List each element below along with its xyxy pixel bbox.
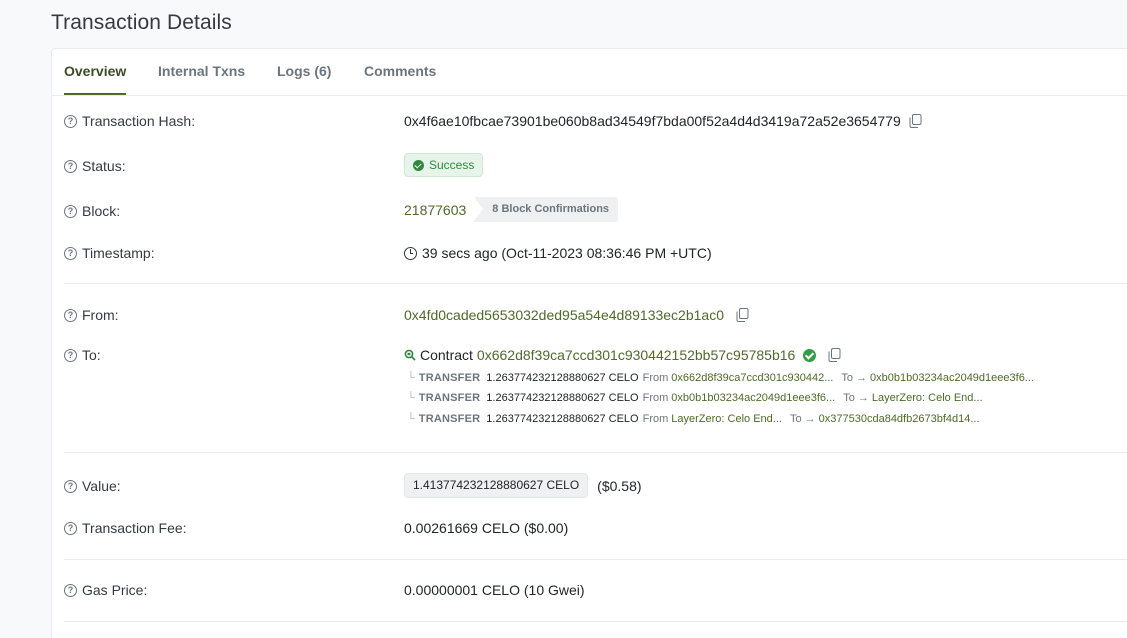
row-value: ? Value: 1.413774232128880627 CELO ($0.5… — [64, 473, 1127, 499]
transfer-from-label: From — [642, 413, 669, 425]
tree-branch-icon: └ — [407, 413, 415, 425]
label-gas-price: ? Gas Price: — [64, 582, 147, 598]
label-from: ? From: — [64, 307, 119, 323]
transfer-row: └ TRANSFER 1.263774232128880627 CELO Fro… — [407, 372, 1042, 384]
tree-branch-icon: └ — [407, 392, 415, 404]
value-from: 0x4fd0caded5653032ded95a54e4d89133ec2b1a… — [404, 307, 749, 323]
tab-bar: Overview Internal Txns Logs (6) Comments — [52, 49, 1127, 96]
label-status: ? Status: — [64, 158, 126, 174]
transfer-to-label: To → — [843, 392, 869, 404]
label-text: Status: — [82, 158, 126, 174]
help-icon[interactable]: ? — [64, 159, 77, 173]
copy-icon[interactable] — [736, 308, 749, 322]
label-block: ? Block: — [64, 203, 120, 219]
row-transaction-hash: ? Transaction Hash: 0x4f6ae10fbcae73901b… — [64, 111, 1127, 133]
tab-overview[interactable]: Overview — [64, 49, 127, 95]
divider — [64, 452, 1127, 453]
row-timestamp: ? Timestamp: 39 secs ago (Oct-11-2023 08… — [64, 243, 1127, 265]
label-text: Block: — [82, 203, 121, 219]
label-text: Transaction Hash: — [82, 113, 196, 129]
to-address-link[interactable]: 0x662d8f39ca7ccd301c930442152bb57c95785b… — [477, 347, 795, 363]
value-usd: ($0.58) — [597, 477, 642, 494]
transfer-amount: 1.263774232128880627 CELO — [486, 372, 639, 384]
copy-icon[interactable] — [828, 348, 841, 362]
transfer-row: └ TRANSFER 1.263774232128880627 CELO Fro… — [407, 392, 991, 404]
value-transaction-fee: 0.00261669 CELO ($0.00) — [404, 520, 569, 536]
row-gas-price: ? Gas Price: 0.00000001 CELO (10 Gwei) — [64, 580, 1127, 602]
row-status: ? Status: Success — [64, 153, 1127, 179]
label-transaction-fee: ? Transaction Fee: — [64, 520, 187, 536]
tab-comments[interactable]: Comments — [364, 49, 436, 95]
copy-icon[interactable] — [909, 114, 922, 128]
value-transaction-hash: 0x4f6ae10fbcae73901be060b8ad34549f7bda00… — [404, 113, 922, 129]
transfer-amount: 1.263774232128880627 CELO — [486, 392, 639, 404]
contract-label: Contract — [420, 347, 473, 363]
help-icon[interactable]: ? — [64, 114, 77, 128]
transfer-from-link[interactable]: 0xb0b1b03234ac2049d1eee3f6... — [671, 392, 835, 404]
transfer-to-label: To → — [841, 372, 868, 384]
transaction-card: Overview Internal Txns Logs (6) Comments… — [51, 48, 1127, 638]
row-to: ? To: Contract 0x662d8f39ca7ccd301c93044… — [64, 346, 1127, 368]
from-address-link[interactable]: 0x4fd0caded5653032ded95a54e4d89133ec2b1a… — [404, 307, 724, 323]
row-transaction-fee: ? Transaction Fee: 0.00261669 CELO ($0.0… — [64, 518, 1127, 540]
help-icon[interactable]: ? — [64, 308, 77, 322]
transfer-from-label: From — [642, 392, 669, 404]
transfer-to-link[interactable]: 0xb0b1b03234ac2049d1eee3f6... — [870, 372, 1034, 384]
block-number-link[interactable]: 21877603 — [404, 202, 466, 218]
confirmations-badge: 8 Block Confirmations — [474, 197, 619, 222]
help-icon[interactable]: ? — [64, 246, 77, 260]
verified-check-icon — [803, 348, 817, 362]
tree-branch-icon: └ — [407, 372, 415, 384]
label-value: ? Value: — [64, 478, 121, 494]
status-text: Success — [429, 158, 475, 172]
transaction-hash: 0x4f6ae10fbcae73901be060b8ad34549f7bda00… — [404, 113, 901, 129]
help-icon[interactable]: ? — [64, 348, 77, 362]
clock-icon — [404, 246, 417, 260]
value-block: 21877603 8 Block Confirmations — [404, 197, 619, 222]
value-badge: 1.413774232128880627 CELO — [404, 473, 589, 498]
tab-logs[interactable]: Logs (6) — [277, 49, 331, 95]
value-amount: 1.413774232128880627 CELO ($0.58) — [404, 473, 642, 498]
contract-search-icon — [404, 349, 416, 361]
status-badge: Success — [404, 153, 484, 177]
help-icon[interactable]: ? — [64, 204, 77, 218]
transfer-from-link[interactable]: LayerZero: Celo End... — [671, 413, 782, 425]
transfer-type: TRANSFER — [418, 392, 481, 404]
transfer-from-label: From — [642, 372, 669, 384]
label-text: Gas Price: — [82, 582, 148, 598]
transfer-row: └ TRANSFER 1.263774232128880627 CELO Fro… — [407, 413, 988, 425]
label-text: Value: — [82, 478, 121, 494]
transfer-type: TRANSFER — [418, 413, 481, 425]
row-block: ? Block: 21877603 8 Block Confirmations — [64, 197, 1127, 223]
label-text: From: — [82, 307, 119, 323]
value-timestamp: 39 secs ago (Oct-11-2023 08:36:46 PM +UT… — [404, 245, 712, 261]
divider — [64, 621, 1127, 622]
value-status: Success — [404, 153, 484, 177]
transfer-to-label: To → — [789, 413, 816, 425]
divider — [64, 559, 1127, 560]
transfer-from-link[interactable]: 0x662d8f39ca7ccd301c930442... — [671, 372, 833, 384]
label-text: To: — [82, 347, 101, 363]
value-gas-price: 0.00000001 CELO (10 Gwei) — [404, 582, 585, 598]
value-to: Contract 0x662d8f39ca7ccd301c930442152bb… — [404, 347, 841, 363]
timestamp-text: 39 secs ago (Oct-11-2023 08:36:46 PM +UT… — [422, 245, 712, 261]
tab-internal-txns[interactable]: Internal Txns — [158, 49, 245, 95]
row-from: ? From: 0x4fd0caded5653032ded95a54e4d891… — [64, 305, 1127, 327]
label-to: ? To: — [64, 347, 101, 363]
page-title: Transaction Details — [51, 11, 232, 34]
help-icon[interactable]: ? — [64, 479, 77, 493]
label-timestamp: ? Timestamp: — [64, 245, 155, 261]
transfer-to-link[interactable]: 0x377530cda84dfb2673bf4d14... — [819, 413, 980, 425]
transfer-type: TRANSFER — [418, 372, 481, 384]
help-icon[interactable]: ? — [64, 583, 77, 597]
help-icon[interactable]: ? — [64, 521, 77, 535]
label-text: Timestamp: — [82, 245, 155, 261]
check-circle-icon — [413, 159, 424, 171]
label-transaction-hash: ? Transaction Hash: — [64, 113, 195, 129]
transfer-amount: 1.263774232128880627 CELO — [486, 413, 639, 425]
transfer-to-link[interactable]: LayerZero: Celo End... — [872, 392, 983, 404]
label-text: Transaction Fee: — [82, 520, 187, 536]
divider — [64, 283, 1127, 284]
